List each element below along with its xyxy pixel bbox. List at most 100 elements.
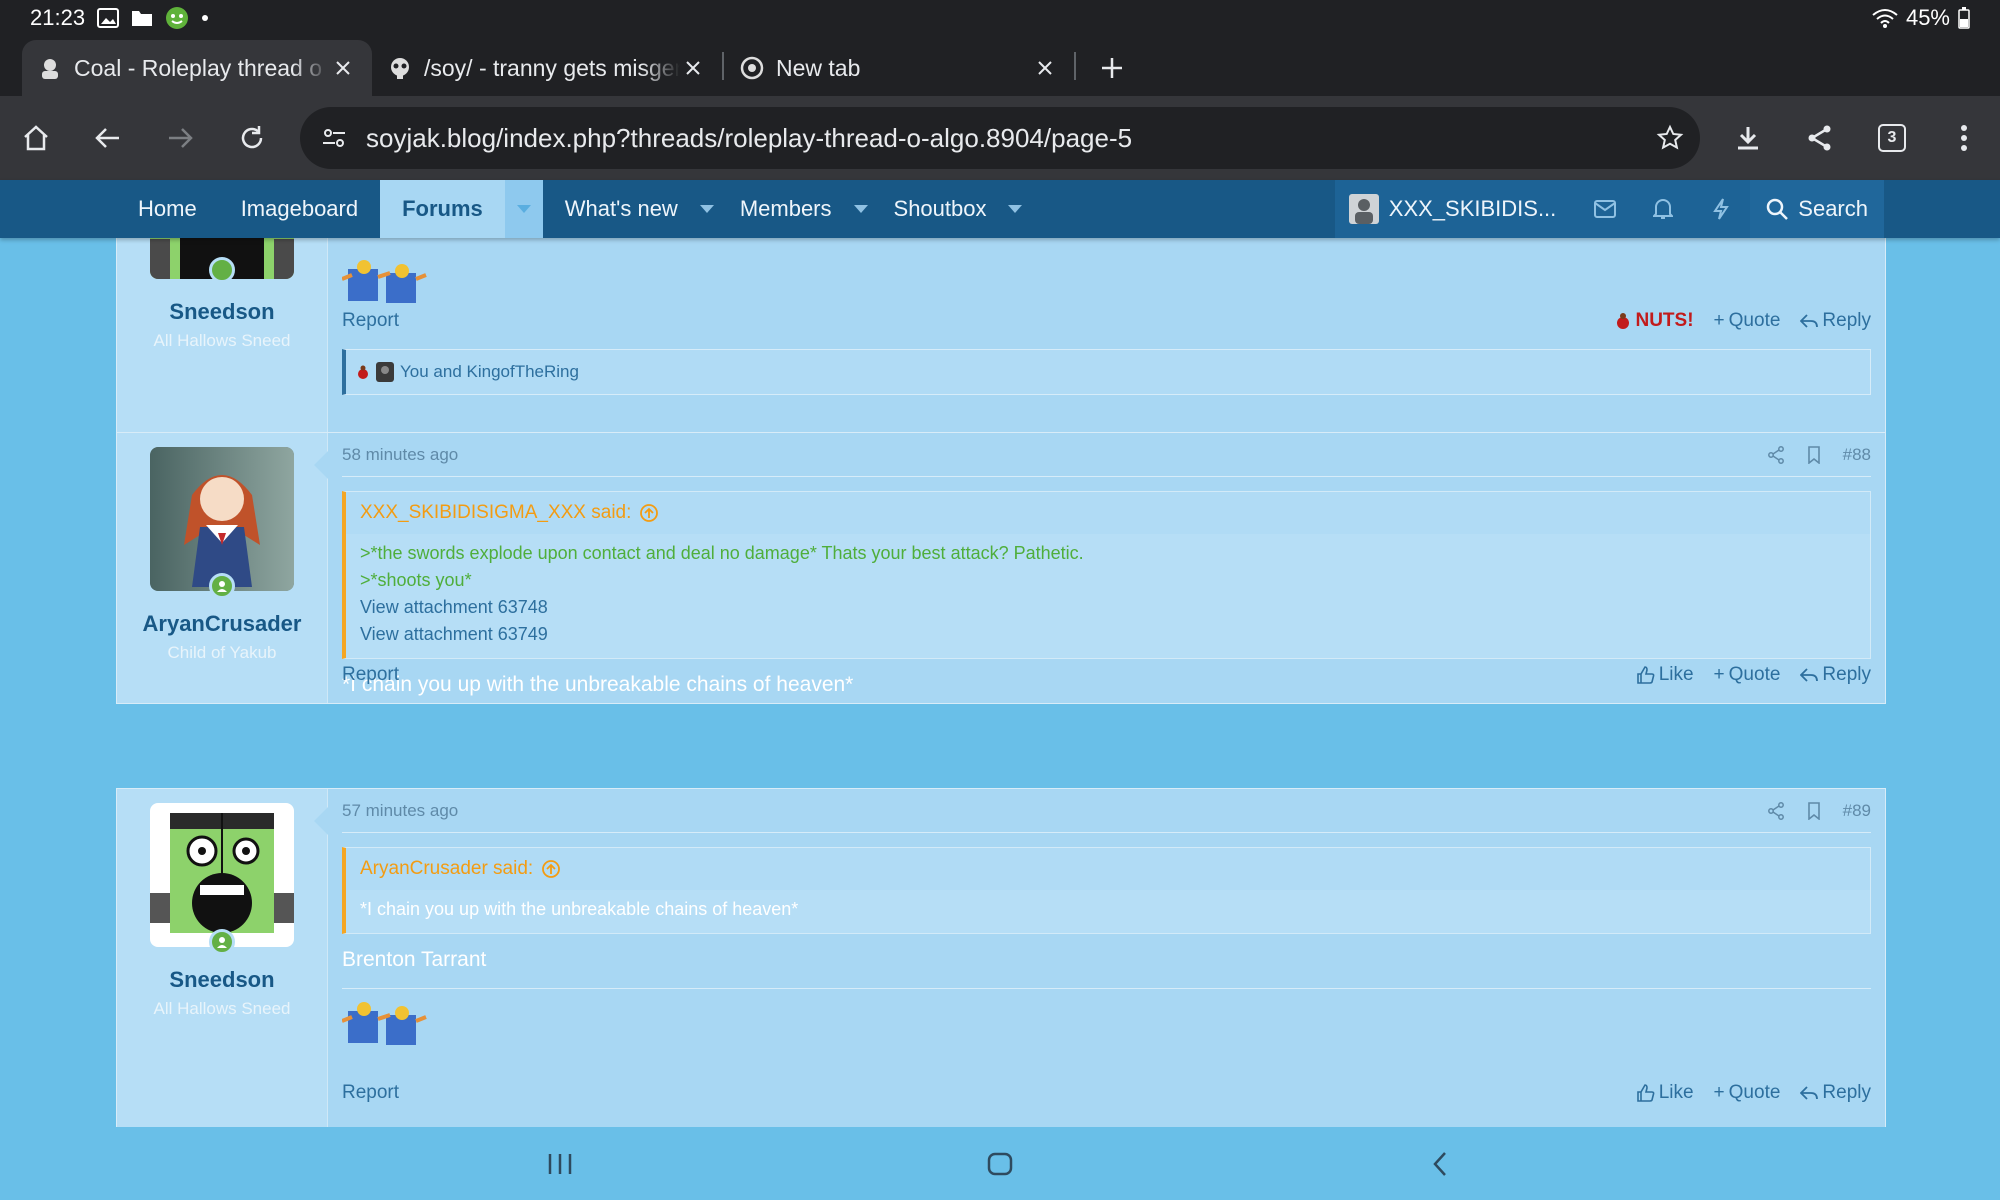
tab-2[interactable]: /soy/ - tranny gets misgendered — [372, 40, 722, 96]
post-89: Sneedson All Hallows Sneed 57 minutes ag… — [116, 788, 1886, 1127]
avatar[interactable] — [150, 803, 294, 955]
conversations-button[interactable] — [1576, 180, 1635, 238]
report-link[interactable]: Report — [342, 1082, 399, 1104]
app-notification-icon — [165, 6, 189, 30]
reactions-bar[interactable]: You and KingofTheRing — [342, 349, 1871, 395]
nav-members[interactable]: Members — [718, 180, 854, 238]
chrome-icon — [740, 56, 764, 80]
report-link[interactable]: Report — [342, 664, 399, 686]
thumbs-up-icon — [1636, 1084, 1655, 1102]
home-nav-button[interactable] — [940, 1134, 1060, 1194]
alerts-bell-button[interactable] — [1634, 180, 1693, 238]
greentext-line: >*shoots you* — [360, 570, 472, 590]
reload-button[interactable] — [216, 102, 288, 174]
thumbs-up-icon — [1636, 666, 1655, 684]
reaction-button[interactable]: NUTS! — [1615, 310, 1694, 332]
account-menu[interactable]: XXX_SKIBIDIS... — [1334, 180, 1577, 238]
nav-forums[interactable]: Forums — [380, 180, 505, 238]
nav-imageboard[interactable]: Imageboard — [219, 180, 380, 238]
report-link[interactable]: Report — [342, 310, 399, 332]
close-tab-icon[interactable] — [1032, 55, 1058, 81]
reactions-summary: You and KingofTheRing — [400, 362, 579, 381]
members-dropdown-icon[interactable] — [853, 180, 872, 238]
reaction-label: NUTS! — [1635, 310, 1694, 331]
search-button[interactable]: Search — [1750, 180, 1884, 238]
tab-1[interactable]: Coal - Roleplay thread o algo — [22, 40, 372, 96]
bookmark-star-icon[interactable] — [1656, 124, 1684, 152]
online-status-icon — [209, 929, 235, 955]
quote-button[interactable]: + Quote — [1714, 664, 1781, 686]
thread-content: Sneedson All Hallows Sneed Report NUTS! … — [0, 238, 2000, 1127]
post-image[interactable] — [342, 1001, 1871, 1049]
tab-title: Coal - Roleplay thread o algo — [74, 54, 330, 81]
home-button[interactable] — [0, 102, 72, 174]
forward-button[interactable] — [144, 102, 216, 174]
download-button[interactable] — [1712, 102, 1784, 174]
tab-count: 3 — [1878, 124, 1906, 152]
nav-whats-new[interactable]: What's new — [543, 180, 700, 238]
close-tab-icon[interactable] — [680, 55, 706, 81]
back-button[interactable] — [72, 102, 144, 174]
jump-to-quote-icon[interactable] — [541, 859, 561, 879]
nav-shoutbox[interactable]: Shoutbox — [872, 180, 1009, 238]
quote-header[interactable]: AryanCrusader said: — [346, 848, 1870, 890]
share-icon[interactable] — [1767, 445, 1785, 464]
quote-button[interactable]: + Quote — [1714, 310, 1781, 332]
like-label: Like — [1658, 664, 1694, 685]
quote-header[interactable]: XXX_SKIBIDISIGMA_XXX said: — [346, 492, 1870, 534]
tab-3[interactable]: New tab — [724, 40, 1074, 96]
address-bar[interactable]: soyjak.blog/index.php?threads/roleplay-t… — [300, 107, 1700, 169]
quote-button[interactable]: + Quote — [1714, 1082, 1781, 1104]
reply-button[interactable]: Reply — [1800, 1082, 1871, 1104]
site-favicon-icon — [38, 56, 62, 80]
post-username[interactable]: Sneedson — [169, 967, 274, 993]
recent-apps-button[interactable] — [500, 1134, 620, 1194]
new-tab-button[interactable] — [1084, 40, 1140, 96]
post-user-cell: AryanCrusader Child of Yakub — [117, 433, 328, 703]
post-actions: Report Like + Quote Reply — [342, 1075, 1871, 1111]
post-number[interactable]: #89 — [1843, 801, 1871, 821]
shoutbox-dropdown-icon[interactable] — [1008, 180, 1026, 238]
site-settings-icon[interactable] — [322, 127, 346, 149]
avatar[interactable] — [150, 447, 294, 599]
like-button[interactable]: Like — [1636, 1082, 1694, 1104]
reply-button[interactable]: Reply — [1800, 310, 1871, 332]
tab-title: New tab — [776, 54, 861, 81]
bookmark-icon[interactable] — [1807, 445, 1821, 464]
post-image[interactable] — [342, 259, 444, 307]
back-nav-button[interactable] — [1380, 1134, 1500, 1194]
dot-icon — [201, 14, 209, 22]
quote-block: AryanCrusader said: *I chain you up with… — [342, 847, 1871, 934]
reply-label: Reply — [1822, 310, 1871, 331]
post-time[interactable]: 57 minutes ago — [342, 801, 458, 821]
forums-dropdown-icon[interactable] — [504, 180, 543, 238]
reaction-user-icon — [376, 362, 394, 382]
reply-label: Reply — [1822, 1082, 1871, 1103]
menu-button[interactable] — [1928, 102, 2000, 174]
post-header: 58 minutes ago #88 — [342, 433, 1871, 477]
close-tab-icon[interactable] — [330, 55, 356, 81]
attachment-link[interactable]: View attachment 63749 — [360, 621, 1856, 648]
post-time[interactable]: 58 minutes ago — [342, 445, 458, 465]
reply-button[interactable]: Reply — [1800, 664, 1871, 686]
like-button[interactable]: Like — [1636, 664, 1694, 686]
whats-new-dropdown-icon[interactable] — [699, 180, 718, 238]
tab-switcher-button[interactable]: 3 — [1856, 102, 1928, 174]
quote-author: AryanCrusader said: — [360, 858, 534, 879]
quote-label: Quote — [1728, 1082, 1781, 1103]
post-header: 57 minutes ago #89 — [342, 789, 1871, 833]
post-username[interactable]: AryanCrusader — [143, 611, 302, 637]
quote-label: Quote — [1728, 664, 1781, 685]
post-number[interactable]: #88 — [1843, 445, 1871, 465]
jump-to-quote-icon[interactable] — [639, 503, 659, 523]
bookmark-icon[interactable] — [1807, 801, 1821, 820]
bolt-button[interactable] — [1692, 180, 1751, 238]
nav-home[interactable]: Home — [116, 180, 219, 238]
share-button[interactable] — [1784, 102, 1856, 174]
search-icon — [1766, 198, 1789, 220]
attachment-link[interactable]: View attachment 63748 — [360, 594, 1856, 621]
post-username[interactable]: Sneedson — [169, 299, 274, 325]
share-icon[interactable] — [1767, 801, 1785, 820]
tab-strip: Coal - Roleplay thread o algo /soy/ - tr… — [0, 36, 2000, 96]
nuts-reaction-icon — [1615, 312, 1631, 330]
